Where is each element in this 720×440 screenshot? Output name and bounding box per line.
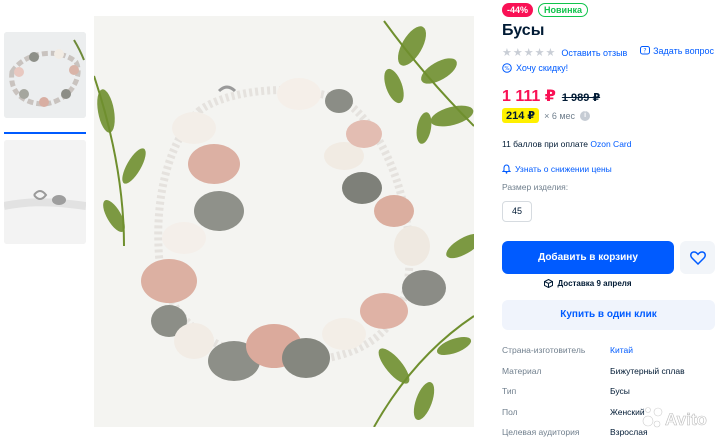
- ask-question-label: Задать вопрос: [653, 46, 714, 56]
- product-title: Бусы: [502, 22, 545, 39]
- thumbnail-list: [4, 32, 86, 244]
- avito-watermark: Avito: [642, 407, 707, 429]
- box-icon: [544, 279, 554, 288]
- discount-badge: -44%: [502, 3, 534, 17]
- bonus-label: 11 баллов при оплате: [502, 139, 591, 149]
- current-price: 1 111 ₽: [502, 88, 556, 105]
- spec-value: Бусы: [610, 386, 630, 396]
- want-discount-label: Хочу скидку!: [516, 63, 569, 73]
- svg-text:%: %: [504, 66, 509, 72]
- spec-value[interactable]: Китай: [610, 345, 633, 355]
- favorite-button[interactable]: [680, 241, 715, 274]
- price-row: 1 111 ₽ 1 989 ₽: [502, 86, 600, 106]
- old-price: 1 989 ₽: [561, 92, 601, 104]
- star-icon: ★: [512, 46, 523, 59]
- new-badge: Новинка: [538, 3, 589, 17]
- bonus-text: 11 баллов при оплате Ozon Card: [502, 139, 631, 149]
- spec-key: Материал: [502, 365, 542, 376]
- delivery-date: Доставка 9 апреля: [557, 279, 632, 288]
- size-option[interactable]: 45: [502, 201, 532, 222]
- bell-icon: [502, 164, 511, 174]
- question-icon: ?: [640, 46, 651, 55]
- price-drop-notify-label: Узнать о снижении цены: [515, 164, 612, 174]
- svg-text:?: ?: [644, 48, 647, 55]
- leave-review-link[interactable]: Оставить отзыв: [561, 48, 627, 58]
- want-discount-link[interactable]: % Хочу скидку!: [502, 63, 568, 73]
- installment-term: × 6 мес: [544, 110, 576, 121]
- spec-key: Тип: [502, 386, 517, 396]
- ask-question-link[interactable]: ? Задать вопрос: [640, 46, 714, 56]
- info-icon[interactable]: i: [580, 110, 591, 121]
- thumbnail-active-indicator: [4, 132, 86, 134]
- watermark-text: Avito: [665, 410, 707, 429]
- review-row: ★ ★ ★ ★ ★ Оставить отзыв ? Задать вопрос: [502, 46, 720, 60]
- thumbnail-2[interactable]: [4, 140, 86, 244]
- star-icon: ★: [502, 46, 512, 59]
- buy-one-click-button[interactable]: Купить в один клик: [502, 300, 715, 330]
- percent-chat-icon: %: [502, 63, 512, 73]
- spec-value: Бижутерный сплав: [610, 365, 685, 376]
- star-icon: ★: [545, 46, 556, 59]
- delivery-info: Доставка 9 апреля: [502, 279, 674, 288]
- installment-price: 214 ₽: [502, 108, 540, 123]
- main-product-image[interactable]: [94, 16, 474, 427]
- spec-key: Целевая аудитория: [502, 427, 580, 437]
- installment-row[interactable]: 214 ₽ × 6 мес i: [502, 108, 591, 123]
- spec-row: Материал Бижутерный сплав: [502, 366, 720, 387]
- rating-stars: ★ ★ ★ ★ ★: [502, 46, 556, 59]
- size-label: Размер изделия:: [502, 182, 569, 192]
- spec-key: Пол: [502, 406, 518, 417]
- ozon-card-link[interactable]: Ozon Card: [590, 139, 631, 149]
- star-icon: ★: [523, 46, 534, 59]
- spec-row: Страна-изготовитель Китай: [502, 345, 720, 366]
- product-badges: -44% Новинка: [502, 3, 589, 17]
- spec-value: Женский: [610, 406, 645, 417]
- add-to-cart-button[interactable]: Добавить в корзину: [502, 241, 674, 274]
- heart-icon: [689, 250, 706, 265]
- thumbnail-1[interactable]: [4, 32, 86, 118]
- star-icon: ★: [534, 46, 545, 59]
- price-drop-notify-link[interactable]: Узнать о снижении цены: [502, 164, 612, 174]
- spec-key: Страна-изготовитель: [502, 345, 586, 355]
